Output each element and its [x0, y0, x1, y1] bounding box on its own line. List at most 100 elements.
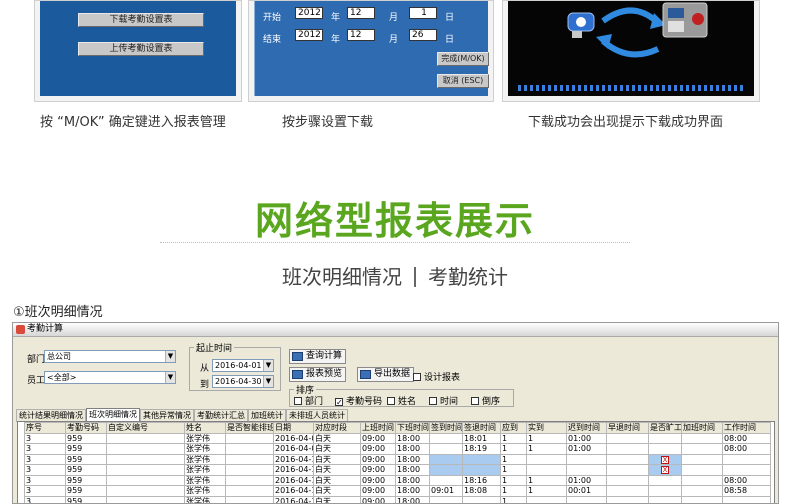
column-header[interactable]: 迟到时间 — [566, 422, 607, 434]
chevron-down-icon[interactable]: ▼ — [263, 360, 273, 371]
column-header[interactable]: 应到 — [500, 422, 527, 434]
column-header[interactable]: 是否旷工 — [648, 422, 682, 434]
query-calc-label: 查询计算 — [306, 351, 343, 361]
table-cell: 00:01 — [566, 485, 607, 497]
to-date-picker[interactable]: 2016-04-30 ▼ — [212, 375, 274, 388]
column-header[interactable]: 工作时间 — [722, 422, 771, 434]
table-cell: 张学伟 — [184, 485, 226, 497]
table-row[interactable]: 3959 张学伟 2016-04-11白天09:0018:00 1 X — [24, 453, 771, 465]
sort-time-checkbox[interactable]: 时间 — [429, 394, 458, 407]
table-cell: 18:19 — [462, 443, 501, 455]
window-title: 考勤计算 — [27, 324, 64, 334]
sort-name-checkbox[interactable]: 姓名 — [387, 394, 416, 407]
table-cell — [429, 495, 463, 503]
table-cell: 959 — [65, 453, 107, 465]
column-header[interactable]: 签到时间 — [429, 422, 463, 434]
table-cell: 1 — [500, 464, 527, 476]
chevron-down-icon[interactable]: ▼ — [263, 376, 273, 387]
table-cell: 08:58 — [722, 485, 771, 497]
sort-badge-checkbox[interactable]: ✓ 考勤号码 — [335, 394, 382, 407]
column-header[interactable]: 实到 — [526, 422, 567, 434]
table-body: 3959张学伟2016-04-07白天09:0018:0018:011101:0… — [24, 432, 771, 503]
table-cell — [225, 432, 274, 444]
chevron-down-icon[interactable]: ▼ — [165, 351, 175, 362]
upload-settings-button: 上传考勤设置表 — [78, 42, 204, 56]
column-header[interactable]: 签退时间 — [462, 422, 501, 434]
employee-select[interactable]: <全部> ▼ — [44, 371, 176, 384]
report-preview-button[interactable]: 报表预览 — [289, 367, 347, 382]
table-cell — [225, 443, 274, 455]
table-row[interactable]: 3959张学伟2016-04-14白天09:0018:0009:0118:081… — [24, 485, 771, 497]
table-cell: 18:00 — [395, 432, 430, 444]
table-cell — [106, 474, 185, 486]
table-row[interactable]: 3959张学伟2016-04-13白天09:0018:0018:161101:0… — [24, 474, 771, 486]
title-divider — [160, 242, 630, 243]
screenshot-download-settings: 开始 2012 年 12 月 1 日 结束 2012 年 12 月 26 日 完… — [248, 0, 494, 102]
end-month-unit: 月 — [389, 35, 399, 45]
start-month-field: 12 — [347, 7, 375, 19]
table-cell — [648, 443, 682, 455]
column-header[interactable]: 自定义编号 — [106, 422, 185, 434]
table-cell — [681, 474, 723, 486]
column-header[interactable]: 序号 — [24, 422, 66, 434]
table-cell — [225, 464, 274, 476]
checkmark-icon[interactable]: ✓ — [335, 398, 343, 407]
screenshot-report-menu: 下载考勤设置表 上传考勤设置表 — [34, 0, 242, 102]
table-cell — [106, 485, 185, 497]
end-label: 结束 — [263, 35, 282, 45]
from-date-picker[interactable]: 2016-04-01 ▼ — [212, 359, 274, 372]
table-cell — [462, 495, 501, 503]
tab-shift-details[interactable]: 班次明细情况 — [86, 408, 140, 422]
table-cell: 1 — [500, 432, 527, 444]
table-cell — [526, 495, 567, 503]
table-cell: 09:00 — [360, 495, 396, 503]
column-header[interactable]: 考勤号码 — [65, 422, 107, 434]
export-data-button[interactable]: 导出数据 — [357, 367, 415, 382]
table-cell: 1 — [500, 453, 527, 465]
design-report-checkbox[interactable]: 设计报表 — [413, 370, 460, 383]
caption-download-success: 下载成功会出现提示下载成功界面 — [528, 115, 724, 130]
start-year-field: 2012 — [295, 7, 323, 19]
query-calc-button[interactable]: 查询计算 — [289, 349, 347, 364]
checkbox-icon[interactable] — [471, 397, 479, 405]
end-month-field: 12 — [347, 29, 375, 41]
column-header[interactable]: 是否智能排班 — [225, 422, 274, 434]
checkbox-icon[interactable] — [429, 397, 437, 405]
checkbox-icon[interactable] — [294, 397, 302, 405]
table-cell: 18:01 — [462, 432, 501, 444]
department-select[interactable]: 总公司 ▼ — [44, 350, 176, 363]
sort-reverse-checkbox[interactable]: 倒序 — [471, 394, 500, 407]
table-row[interactable]: 3959张学伟2016-04-08白天09:0018:0018:191101:0… — [24, 443, 771, 455]
section-label: ①班次明细情况 — [13, 305, 103, 320]
sort-department-checkbox[interactable]: 部门 — [294, 394, 323, 407]
table-cell: 959 — [65, 485, 107, 497]
table-cell — [566, 495, 607, 503]
data-table: 序号 考勤号码 自定义编号 姓名 是否智能排班 日期 对应时段 上班时间 下班时间 签到时间 签退时… — [24, 422, 771, 503]
table-row[interactable]: 3959张学伟2016-04-07白天09:0018:0018:011101:0… — [24, 432, 771, 444]
column-header[interactable]: 对应时段 — [313, 422, 361, 434]
calculator-icon — [292, 352, 303, 361]
table-row[interactable]: 3959 张学伟 2016-04-15白天09:0018:00 1 — [24, 495, 771, 503]
chevron-down-icon[interactable]: ▼ — [165, 372, 175, 383]
table-cell — [106, 432, 185, 444]
usb-sync-illustration — [518, 2, 743, 91]
table-cell: 1 — [500, 443, 527, 455]
column-header[interactable]: 日期 — [273, 422, 314, 434]
checkbox-icon[interactable] — [387, 397, 395, 405]
column-header[interactable]: 加班时间 — [681, 422, 723, 434]
column-header[interactable]: 早退时间 — [606, 422, 649, 434]
table-row[interactable]: 3959 张学伟 2016-04-12白天09:0018:00 1 X — [24, 464, 771, 476]
table-cell — [462, 464, 501, 476]
section-title: 网络型报表展示 — [254, 199, 535, 243]
shift-details-grid[interactable]: 序号 考勤号码 自定义编号 姓名 是否智能排班 日期 对应时段 上班时间 下班时间 签到时间 签退时… — [17, 421, 775, 503]
report-preview-label: 报表预览 — [306, 369, 343, 379]
table-cell — [648, 495, 682, 503]
checkbox-icon[interactable] — [413, 373, 421, 381]
column-header[interactable]: 下班时间 — [395, 422, 430, 434]
column-header[interactable]: 姓名 — [184, 422, 226, 434]
table-cell: 18:00 — [395, 464, 430, 476]
sort-badge-label: 考勤号码 — [346, 397, 383, 407]
sort-reverse-label: 倒序 — [482, 397, 501, 407]
department-value: 总公司 — [47, 352, 71, 361]
column-header[interactable]: 上班时间 — [360, 422, 396, 434]
